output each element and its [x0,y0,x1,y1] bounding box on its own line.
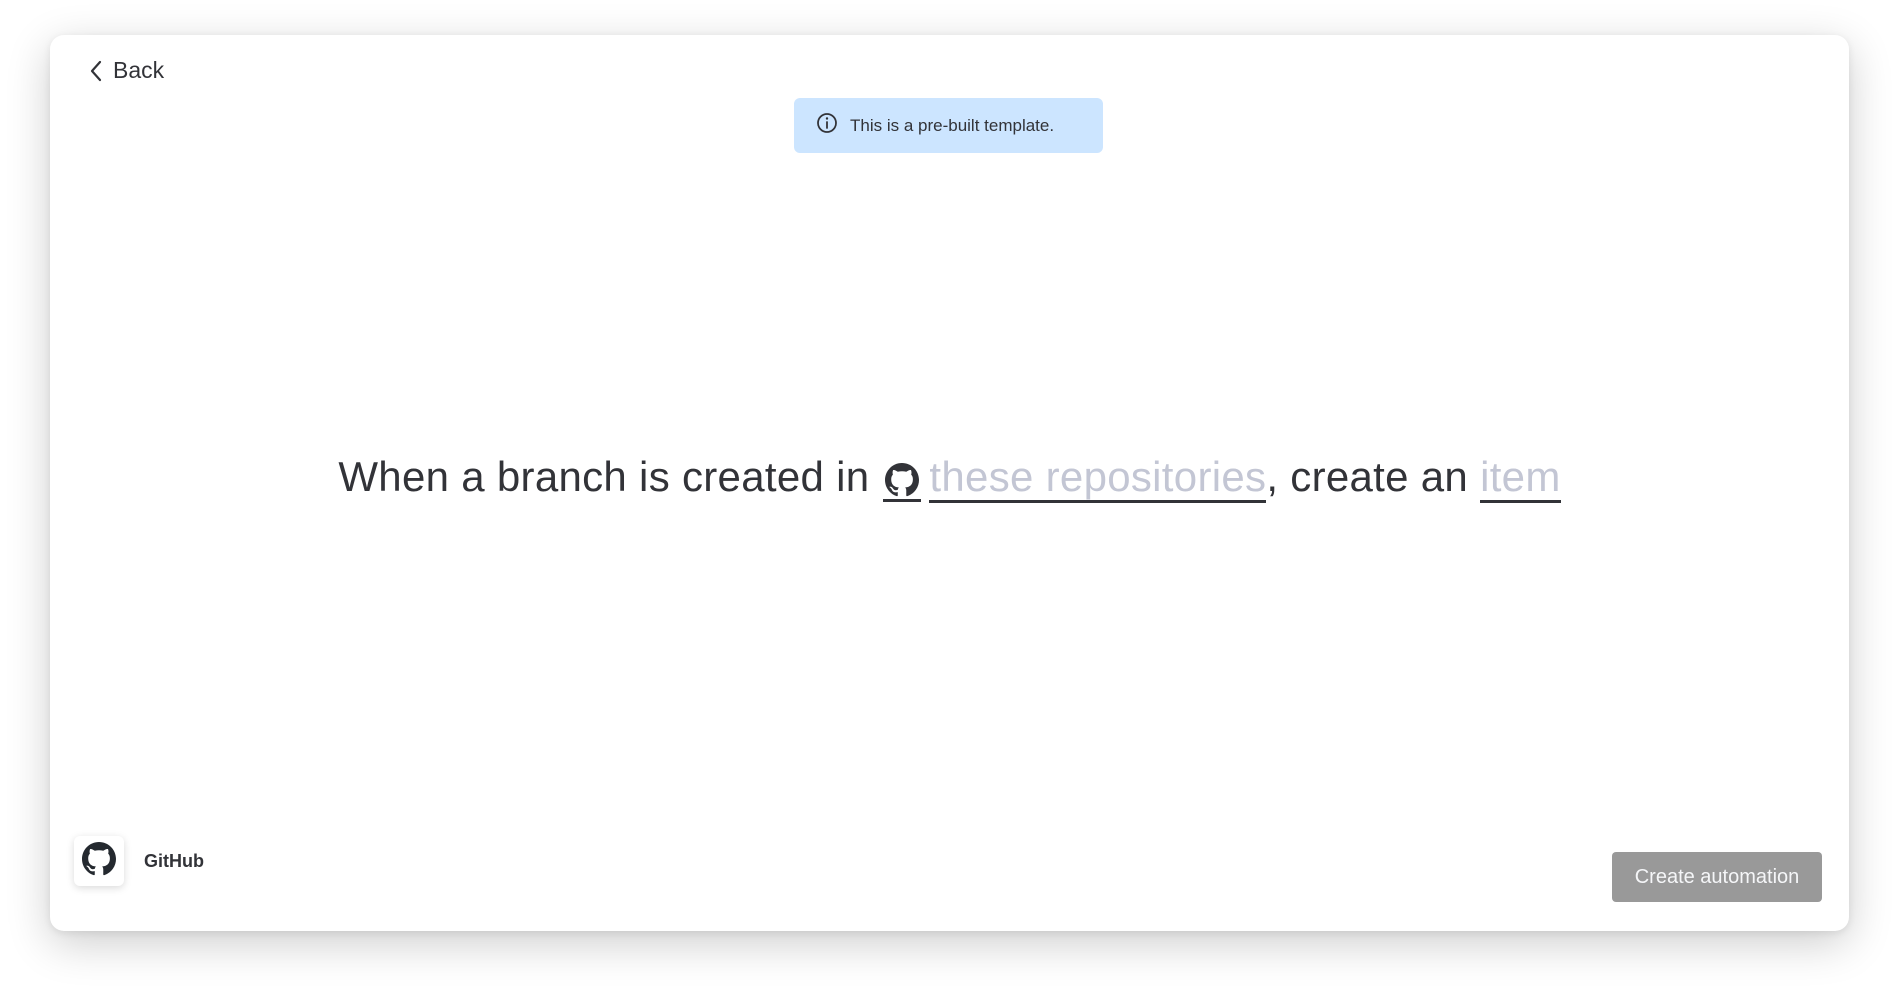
automation-modal: Back This is a pre-built template. When … [50,35,1849,931]
item-field[interactable]: item [1480,453,1561,503]
github-icon [82,841,116,881]
app-tile [74,836,124,886]
create-automation-button[interactable]: Create automation [1612,852,1822,902]
template-banner: This is a pre-built template. [794,98,1103,153]
chevron-left-icon [89,60,103,82]
recipe-text-action: , create an [1266,453,1469,500]
recipe-sentence: When a branch is created in these reposi… [50,453,1849,503]
github-icon [883,463,922,502]
app-info: GitHub [74,836,204,886]
repositories-field[interactable]: these repositories [929,453,1267,503]
back-label: Back [113,57,165,83]
info-icon [816,112,838,139]
app-name: GitHub [144,850,204,871]
back-button[interactable]: Back [83,51,170,90]
banner-text: This is a pre-built template. [850,115,1055,135]
recipe-text-trigger: When a branch is created in [338,453,870,500]
